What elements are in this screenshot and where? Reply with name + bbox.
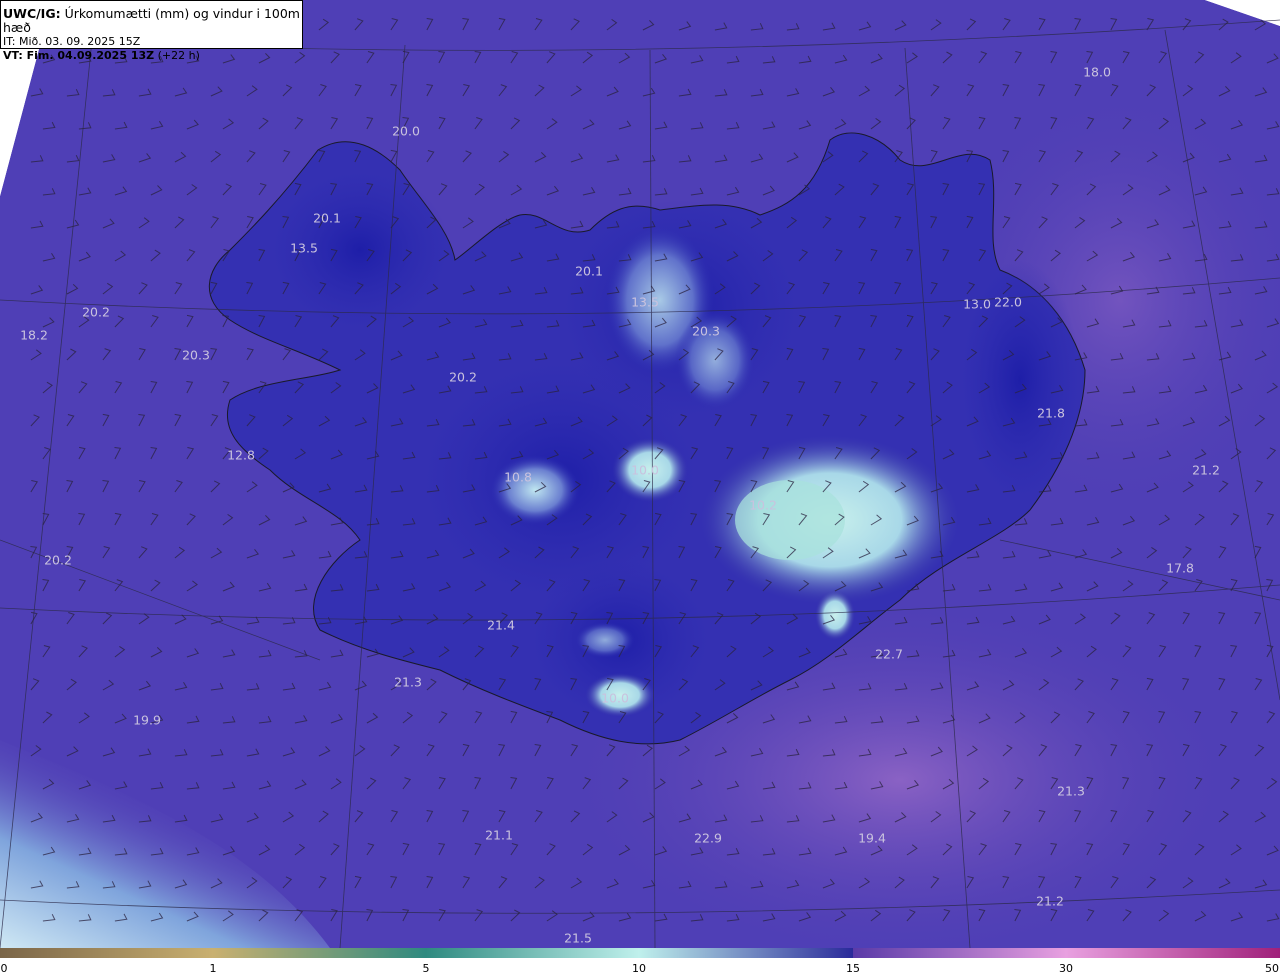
point-value-label: 22.0 — [994, 294, 1022, 310]
map-title-box: UWC/IG: Úrkomumætti (mm) og vindur i 100… — [0, 0, 303, 62]
precip-max-oraefajokull — [815, 590, 855, 640]
point-value-label: 21.1 — [485, 827, 513, 843]
colorbar-segment — [426, 948, 639, 958]
point-value-label: 12.8 — [227, 447, 255, 463]
point-value-label: 19.9 — [133, 712, 161, 728]
point-value-label: 21.2 — [1192, 462, 1220, 478]
point-value-label: 19.4 — [858, 830, 886, 846]
point-value-label: 18.2 — [20, 327, 48, 343]
point-value-label: 22.7 — [875, 646, 903, 662]
colorbar — [0, 948, 1280, 958]
point-value-label: 13.0 — [963, 296, 991, 312]
point-value-label: 20.0 — [392, 123, 420, 139]
colorbar-tick-label: 1 — [209, 962, 217, 975]
point-value-label: 20.2 — [82, 304, 110, 320]
point-value-label: 20.2 — [44, 552, 72, 568]
point-value-label: 21.5 — [564, 930, 592, 946]
colorbar-segment — [213, 948, 426, 958]
colorbar-tick-label: 50 — [1265, 962, 1279, 975]
point-value-label: 21.3 — [1057, 783, 1085, 799]
point-value-label: 22.9 — [694, 830, 722, 846]
colorbar-segment — [853, 948, 1066, 958]
point-value-label: 20.3 — [182, 347, 210, 363]
point-value-label: 20.1 — [575, 263, 603, 279]
title-line-1: UWC/IG: Úrkomumætti (mm) og vindur i 100… — [3, 7, 302, 35]
precipitation-map: UWC/IG: Úrkomumætti (mm) og vindur i 100… — [0, 0, 1280, 948]
point-value-label: 10.2 — [749, 497, 777, 513]
colorbar-tick-label: 5 — [422, 962, 430, 975]
colorbar-tick-label: 0 — [0, 962, 8, 975]
colorbar-segment — [0, 948, 213, 958]
point-value-label: 20.1 — [313, 210, 341, 226]
point-value-label: 10.0 — [631, 462, 659, 478]
forecast-offset: (+22 h) — [157, 49, 200, 62]
colorbar-tick-label: 30 — [1059, 962, 1073, 975]
point-value-label: 13.5 — [631, 294, 659, 310]
point-value-label: 21.4 — [487, 617, 515, 633]
colorbar-segment — [639, 948, 853, 958]
point-value-label: 21.2 — [1036, 893, 1064, 909]
colorbar-tick-label: 15 — [846, 962, 860, 975]
point-value-label: 20.3 — [692, 323, 720, 339]
point-value-label: 21.8 — [1037, 405, 1065, 421]
title-source: UWC/IG: — [3, 6, 61, 21]
point-value-label: 17.8 — [1166, 560, 1194, 576]
colorbar-tick-label: 10 — [632, 962, 646, 975]
point-value-label: 10.0 — [601, 690, 629, 706]
colorbar-segment — [1066, 948, 1280, 958]
point-value-label: 13.5 — [290, 240, 318, 256]
point-value-label: 10.8 — [504, 469, 532, 485]
valid-time-value: VT: Fim. 04.09.2025 13Z — [3, 49, 155, 62]
precip-max-eyjafjallajokull — [575, 622, 635, 658]
point-value-label: 18.0 — [1083, 64, 1111, 80]
point-value-label: 21.3 — [394, 674, 422, 690]
valid-time: VT: Fim. 04.09.2025 13Z (+22 h) — [3, 49, 302, 63]
point-value-label: 20.2 — [449, 369, 477, 385]
initial-time: IT: Mið. 03. 09. 2025 15Z — [3, 35, 141, 48]
